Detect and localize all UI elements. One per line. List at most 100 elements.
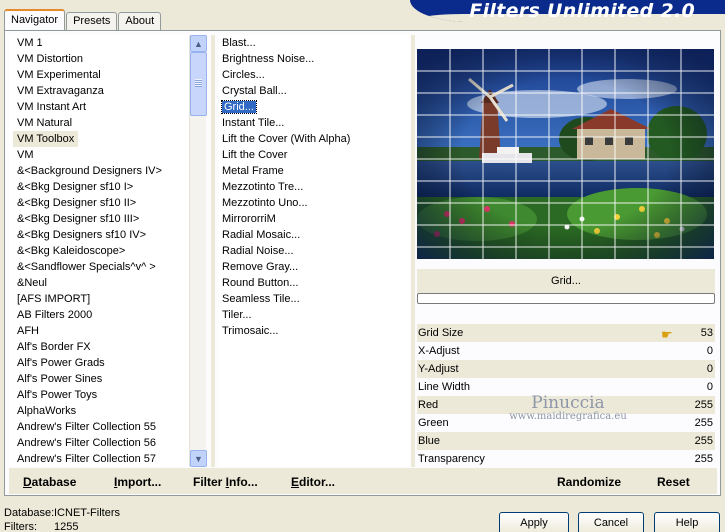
filter-item[interactable]: Metal Frame <box>219 163 409 179</box>
param-row[interactable]: Grid Size 53 ☛ <box>417 324 715 342</box>
category-item[interactable]: VM Natural <box>9 115 191 131</box>
category-item[interactable]: Andrew's Filter Collection 56 <box>9 435 191 451</box>
filter-item[interactable]: Mezzotinto Tre... <box>219 179 409 195</box>
database-button[interactable]: Database <box>23 475 76 489</box>
filter-info-button[interactable]: Filter Info... <box>193 475 258 489</box>
watermark: Pinuccia www.maidiregrafica.eu <box>483 393 653 422</box>
category-item[interactable]: &<Bkg Designer sf10 II> <box>9 195 191 211</box>
filter-item-label: Lift the Cover <box>222 149 288 161</box>
category-item[interactable]: Alf's Power Toys <box>9 387 191 403</box>
editor-button[interactable]: Editor... <box>291 475 335 489</box>
filter-item[interactable]: Remove Gray... <box>219 259 409 275</box>
filter-item[interactable]: Crystal Ball... <box>219 83 409 99</box>
filter-item[interactable]: Radial Mosaic... <box>219 227 409 243</box>
category-item[interactable]: Andrew's Filter Collection 57 <box>9 451 191 467</box>
database-value: ICNET-Filters <box>54 507 120 519</box>
list-splitter[interactable] <box>211 35 215 467</box>
category-item[interactable]: VM <box>9 147 191 163</box>
category-item[interactable]: [AFS IMPORT] <box>9 291 191 307</box>
category-item[interactable]: VM Extravaganza <box>9 83 191 99</box>
param-row[interactable]: X-Adjust 0 <box>417 342 715 360</box>
category-item[interactable]: AFH <box>9 323 191 339</box>
filter-item-label: Round Button... <box>222 277 299 289</box>
filter-item[interactable]: Tiler... <box>219 307 409 323</box>
filters-count-label: Filters: <box>4 521 37 532</box>
filter-item-label: Seamless Tile... <box>222 293 300 305</box>
filter-item[interactable]: Trimosaic... <box>219 323 409 339</box>
filter-item[interactable]: Blast... <box>219 35 409 51</box>
filter-item-label: Radial Noise... <box>222 245 294 257</box>
filter-item-label: Blast... <box>222 37 256 49</box>
param-row[interactable]: Y-Adjust 0 <box>417 360 715 378</box>
filter-item-selected[interactable]: Grid... <box>219 99 409 115</box>
category-item[interactable]: &Neul <box>9 275 191 291</box>
randomize-button[interactable]: Randomize <box>557 475 621 489</box>
status-info: Database:ICNET-Filters Filters: 1255 <box>4 506 120 532</box>
category-item[interactable]: AB Filters 2000 <box>9 307 191 323</box>
scroll-up-button[interactable]: ▲ <box>190 35 207 52</box>
filter-item[interactable]: Round Button... <box>219 275 409 291</box>
category-item-selected[interactable]: VM Toolbox <box>13 131 79 147</box>
filter-item[interactable]: Mezzotinto Uno... <box>219 195 409 211</box>
tab-presets[interactable]: Presets <box>66 12 118 31</box>
param-label: Grid Size <box>418 327 464 339</box>
filter-item[interactable]: Instant Tile... <box>219 115 409 131</box>
category-item[interactable]: &<Bkg Designer sf10 I> <box>9 179 191 195</box>
filter-item[interactable]: Seamless Tile... <box>219 291 409 307</box>
category-item[interactable]: VM Distortion <box>9 51 191 67</box>
tab-about[interactable]: About <box>118 12 162 31</box>
scroll-thumb[interactable] <box>190 52 207 116</box>
param-row[interactable]: Blue 255 <box>417 432 715 450</box>
category-item[interactable]: &<Bkg Designer sf10 III> <box>9 211 191 227</box>
category-item[interactable]: &<Bkg Kaleidoscope> <box>9 243 191 259</box>
category-item[interactable]: VM 1 <box>9 35 191 51</box>
filter-item-label: Metal Frame <box>222 165 284 177</box>
apply-button[interactable]: Apply <box>499 512 569 532</box>
category-list[interactable]: VM 1 VM Distortion VM Experimental VM Extra… <box>9 35 191 467</box>
category-item[interactable]: VM Experimental <box>9 67 191 83</box>
filter-item[interactable]: MirrororriM <box>219 211 409 227</box>
filter-item-label: MirrororriM <box>222 213 276 225</box>
param-row[interactable]: Transparency 255 <box>417 450 715 468</box>
filter-item[interactable]: Brightness Noise... <box>219 51 409 67</box>
filter-name-bar: Grid... <box>417 269 715 293</box>
preview-image <box>417 49 714 259</box>
param-label: Line Width <box>418 381 470 393</box>
filter-item[interactable]: Circles... <box>219 67 409 83</box>
filter-item-label: Grid... <box>221 100 257 114</box>
category-item[interactable]: Alf's Power Sines <box>9 371 191 387</box>
param-value: 255 <box>694 399 713 411</box>
scroll-down-button[interactable]: ▼ <box>190 450 207 467</box>
category-item[interactable]: Alf's Border FX <box>9 339 191 355</box>
filter-item-label: Remove Gray... <box>222 261 299 273</box>
filter-item-label: Crystal Ball... <box>222 85 287 97</box>
preview-scene <box>417 49 714 259</box>
reset-button[interactable]: Reset <box>657 475 690 489</box>
tab-navigator[interactable]: Navigator <box>4 9 66 31</box>
cancel-button[interactable]: Cancel <box>578 512 644 532</box>
category-item[interactable]: Alf's Power Grads <box>9 355 191 371</box>
filter-item[interactable]: Radial Noise... <box>219 243 409 259</box>
filter-list[interactable]: Blast... Brightness Noise... Circles... Cry… <box>219 35 409 467</box>
filter-item-label: Trimosaic... <box>222 325 279 337</box>
preview-splitter <box>411 35 415 467</box>
param-label: Transparency <box>418 453 485 465</box>
database-label: Database: <box>4 507 55 519</box>
filter-item-label: Instant Tile... <box>222 117 285 129</box>
category-scrollbar[interactable]: ▲ ▼ <box>189 35 207 467</box>
category-item[interactable]: Andrew's Filter Collection 55 <box>9 419 191 435</box>
help-button[interactable]: Help <box>654 512 720 532</box>
param-label: Blue <box>418 435 441 447</box>
app-title: Filters Unlimited 2.0 <box>469 0 695 22</box>
category-item[interactable]: AlphaWorks <box>9 403 191 419</box>
param-label: Red <box>418 399 439 411</box>
category-item[interactable]: VM Instant Art <box>9 99 191 115</box>
filter-item[interactable]: Lift the Cover (With Alpha) <box>219 131 409 147</box>
category-item[interactable]: &<Bkg Designers sf10 IV> <box>9 227 191 243</box>
import-button[interactable]: Import... <box>114 475 161 489</box>
category-item[interactable]: &<Sandflower Specials^v^ > <box>9 259 191 275</box>
category-item[interactable]: &<Background Designers IV> <box>9 163 191 179</box>
param-value: 255 <box>694 435 713 447</box>
param-label: Green <box>418 417 449 429</box>
filter-item[interactable]: Lift the Cover <box>219 147 409 163</box>
